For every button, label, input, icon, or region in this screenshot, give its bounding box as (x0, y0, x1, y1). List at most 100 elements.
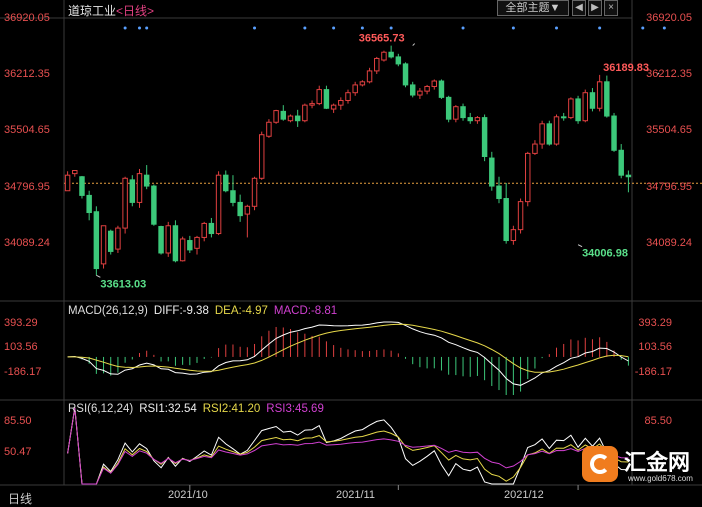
candle-body (496, 185, 502, 200)
candle-body (258, 134, 265, 179)
candle-body (187, 240, 193, 251)
rsi3-value: RSI3:45.69 (266, 403, 324, 415)
candle-body (266, 121, 272, 137)
logo-url: www.gold678.com (628, 474, 693, 483)
period-tab-daily[interactable]: 日线 (8, 490, 32, 507)
candle-body (338, 99, 344, 106)
candle-body (158, 226, 164, 254)
rsi-axis-label: 50.47 (4, 446, 32, 458)
month-tick: 2021/12 (504, 489, 544, 501)
candle-body (611, 115, 617, 151)
candle-body (359, 81, 366, 86)
candle-body (93, 211, 100, 270)
macd-axis-label-right: -186.17 (634, 366, 672, 378)
candle-body (72, 170, 78, 175)
annotation-leader (412, 43, 416, 46)
event-marker (389, 26, 393, 30)
theme-dropdown[interactable]: 全部主题▼ (497, 0, 569, 16)
rsi1-value: RSI1:32.54 (139, 403, 197, 415)
rsi2-line (67, 407, 629, 485)
candle-body (345, 92, 351, 101)
price-label-left: 35504.65 (4, 124, 50, 136)
close-button[interactable]: × (604, 0, 618, 16)
month-tick: 2021/10 (168, 489, 208, 501)
rsi-header: RSI(6,12,24) RSI1:32.54 RSI2:41.20 RSI3:45.… (68, 403, 330, 415)
candle-body (539, 123, 545, 145)
macd-header: MACD(26,12,9) DIFF:-9.38 DEA:-4.97 MACD:-8.… (68, 305, 343, 317)
candle-body (517, 201, 524, 231)
candle-body (381, 51, 387, 61)
candle-body (237, 201, 243, 217)
chart-stage: 33613.03 36565.73 34006.98 36189.83 道琼工业<日线… (0, 0, 702, 507)
price-label-right: 34796.95 (646, 181, 692, 193)
macd-dea-value: DEA:-4.97 (214, 305, 268, 317)
rsi3-line (67, 407, 629, 485)
candle-body (316, 89, 322, 105)
candle-body (352, 84, 358, 94)
price-label-right: 36212.35 (646, 68, 692, 80)
candle-body (445, 96, 452, 120)
price-label-right: 35504.65 (646, 124, 692, 136)
candle-body (287, 115, 294, 122)
macd-macd-value: MACD:-8.81 (273, 305, 338, 317)
candle-body (489, 157, 495, 187)
candle-body (86, 194, 92, 214)
chart-title: 道琼工业<日线> (68, 2, 154, 19)
candle-body (395, 56, 402, 65)
candlestick-chart: 33613.0336565.7334006.9836189.83 (0, 0, 702, 490)
logo-brand: 汇金网 (624, 450, 691, 475)
candle-body (115, 227, 121, 250)
candle-body (510, 229, 517, 242)
candle-body (388, 51, 394, 58)
price-label-left: 34796.95 (4, 181, 50, 193)
candle-body (438, 80, 445, 98)
candle-body (230, 190, 236, 203)
candle-body (251, 177, 258, 207)
candle-body (273, 110, 279, 123)
candle-body (467, 117, 473, 122)
instrument-name: 道琼工业 (68, 4, 117, 18)
price-label-right: 36920.05 (646, 12, 692, 24)
candle-body (108, 230, 114, 252)
candle-body (625, 174, 632, 178)
candle-body (309, 103, 315, 106)
macd-axis-label: -186.17 (4, 366, 42, 378)
candle-body (409, 84, 416, 96)
candle-body (503, 198, 509, 242)
macd-axis-label: 103.56 (4, 341, 38, 353)
event-marker (123, 26, 127, 30)
candle-body (431, 80, 438, 87)
month-tick: 2021/11 (336, 489, 375, 501)
candle-body (136, 173, 143, 203)
annotation-leader (577, 244, 583, 248)
event-marker (662, 26, 666, 30)
candle-body (582, 92, 588, 122)
candle-body (604, 81, 610, 117)
candle-body (553, 116, 560, 145)
event-marker (461, 26, 465, 30)
candle-body (215, 174, 222, 235)
candle-body (417, 90, 423, 96)
event-marker (360, 26, 364, 30)
candle-body (560, 116, 567, 119)
candle-body (172, 225, 179, 262)
candle-body (223, 174, 229, 192)
logo-icon (582, 446, 618, 482)
candle-body (244, 205, 251, 215)
nav-next-button[interactable]: ▶ (588, 0, 602, 16)
macd-axis-label: 393.29 (4, 317, 38, 329)
period-selector[interactable]: <日线> (116, 4, 154, 18)
candle-body (194, 236, 200, 249)
event-marker (511, 26, 515, 30)
event-marker (137, 26, 141, 30)
price-annotation: 36565.73 (359, 33, 405, 45)
candle-body (481, 117, 488, 158)
candle-body (330, 104, 337, 110)
annotation-leader (96, 274, 101, 278)
candle-body (366, 70, 373, 83)
candle-body (64, 174, 71, 192)
price-label-left: 36920.05 (4, 12, 50, 24)
nav-prev-button[interactable]: ◀ (572, 0, 586, 16)
candle-body (151, 185, 157, 225)
event-marker (303, 26, 307, 30)
